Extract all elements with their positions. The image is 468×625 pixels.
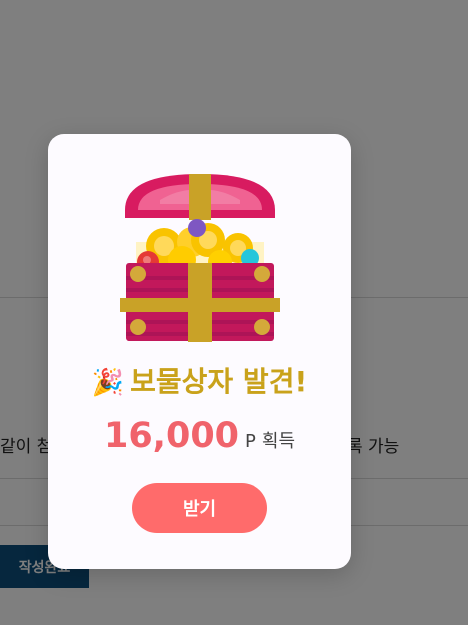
treasure-modal: 🎉 보물상자 발견! 16,000 P 획득 받기 bbox=[48, 134, 351, 569]
reward-amount: 16,000 bbox=[103, 416, 240, 456]
party-popper-icon: 🎉 bbox=[91, 368, 125, 398]
reward-amount-row: 16,000 P 획득 bbox=[48, 416, 351, 456]
reward-unit: P bbox=[245, 431, 256, 452]
reward-earn-label: 획득 bbox=[261, 431, 296, 452]
modal-title-text: 보물상자 발견! bbox=[130, 365, 308, 398]
modal-title: 🎉 보물상자 발견! bbox=[48, 360, 351, 400]
receive-button[interactable]: 받기 bbox=[132, 483, 267, 533]
treasure-chest-icon bbox=[120, 174, 280, 342]
